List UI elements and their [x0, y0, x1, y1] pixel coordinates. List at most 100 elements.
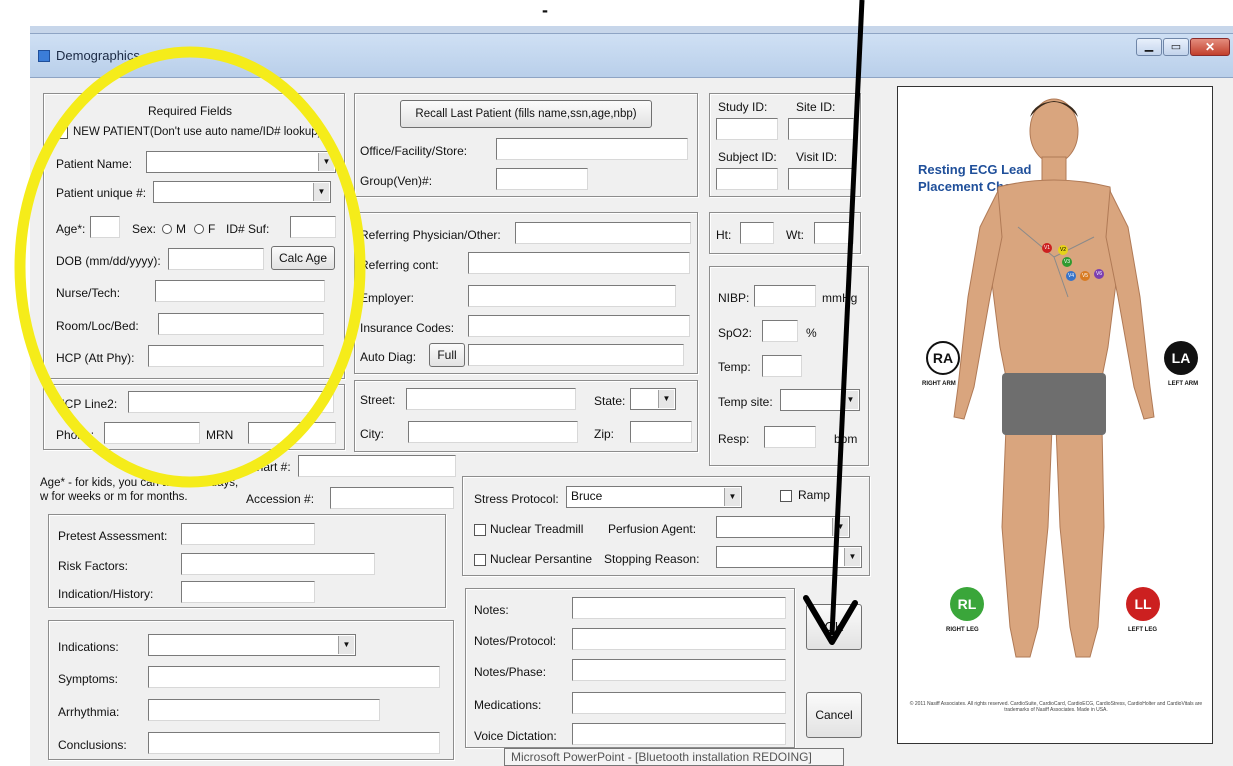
- ll-caption: LEFT LEG: [1128, 627, 1157, 633]
- zip-label: Zip:: [594, 427, 615, 441]
- spo2-input[interactable]: [762, 320, 798, 342]
- maximize-button[interactable]: ▭: [1163, 38, 1189, 56]
- idsuf-input[interactable]: [290, 216, 336, 238]
- dob-input[interactable]: [168, 248, 264, 270]
- calc-age-button[interactable]: Calc Age: [271, 246, 335, 270]
- ramp-checkbox[interactable]: [780, 490, 792, 502]
- mrn-input[interactable]: [248, 422, 336, 444]
- study-id-input[interactable]: [716, 118, 778, 140]
- perfusion-agent-label: Perfusion Agent:: [608, 522, 697, 536]
- nuclear-treadmill-checkbox[interactable]: [474, 524, 486, 536]
- street-input[interactable]: [406, 388, 576, 410]
- sex-label: Sex:: [132, 222, 157, 236]
- patient-unique-select[interactable]: ▼: [153, 181, 331, 203]
- resp-input[interactable]: [764, 426, 816, 448]
- ra-caption: RIGHT ARM: [922, 381, 956, 387]
- insurance-input[interactable]: [468, 315, 690, 337]
- city-input[interactable]: [408, 421, 578, 443]
- minus-mark: -: [542, 0, 548, 20]
- close-button[interactable]: ✕: [1190, 38, 1230, 56]
- group-input[interactable]: [496, 168, 588, 190]
- shorts: [1002, 373, 1106, 435]
- rl-caption: RIGHT LEG: [946, 627, 979, 633]
- employer-label: Employer:: [360, 291, 415, 305]
- temp-site-select[interactable]: ▼: [780, 389, 860, 411]
- office-input[interactable]: [496, 138, 688, 160]
- wt-input[interactable]: [814, 222, 854, 244]
- nuclear-treadmill-label: Nuclear Treadmill: [490, 522, 584, 536]
- ht-input[interactable]: [740, 222, 774, 244]
- risk-factors-input[interactable]: [181, 553, 375, 575]
- ll-badge: LL: [1126, 587, 1160, 621]
- notes-input[interactable]: [572, 597, 786, 619]
- referring-input[interactable]: [515, 222, 691, 244]
- notes-phase-label: Notes/Phase:: [474, 665, 547, 679]
- temp-input[interactable]: [762, 355, 802, 377]
- lead-v3: V3: [1062, 257, 1072, 267]
- ra-badge: RA: [926, 341, 960, 375]
- accession-input[interactable]: [330, 487, 454, 509]
- referring-cont-input[interactable]: [468, 252, 690, 274]
- phone-input[interactable]: [104, 422, 200, 444]
- street-label: Street:: [360, 393, 396, 407]
- chevron-down-icon: ▼: [313, 183, 329, 201]
- recall-last-patient-button[interactable]: Recall Last Patient (fills name,ssn,age,…: [400, 100, 652, 128]
- site-id-input[interactable]: [788, 118, 854, 140]
- employer-input[interactable]: [468, 285, 676, 307]
- stopping-reason-select[interactable]: ▼: [716, 546, 862, 568]
- chart-number-input[interactable]: [298, 455, 456, 477]
- stress-protocol-label: Stress Protocol:: [474, 492, 559, 506]
- ht-label: Ht:: [716, 228, 732, 242]
- chevron-down-icon: ▼: [832, 518, 848, 536]
- cancel-button[interactable]: Cancel: [806, 692, 862, 738]
- indications-label: Indications:: [58, 640, 119, 654]
- chevron-down-icon: ▼: [338, 636, 354, 654]
- state-select[interactable]: ▼: [630, 388, 676, 410]
- zip-input[interactable]: [630, 421, 692, 443]
- medications-label: Medications:: [474, 698, 542, 712]
- visit-id-input[interactable]: [788, 168, 854, 190]
- hcp2-input[interactable]: [128, 391, 334, 413]
- notes-phase-input[interactable]: [572, 659, 786, 681]
- voice-dictation-label: Voice Dictation:: [474, 729, 557, 743]
- new-patient-checkbox[interactable]: [56, 127, 68, 139]
- age-input[interactable]: [90, 216, 120, 238]
- rl-badge: RL: [950, 587, 984, 621]
- state-label: State:: [594, 394, 626, 408]
- subject-id-input[interactable]: [716, 168, 778, 190]
- indications-select[interactable]: ▼: [148, 634, 356, 656]
- chevron-down-icon: ▼: [724, 488, 740, 506]
- patient-name-select[interactable]: ▼: [146, 151, 336, 173]
- room-input[interactable]: [158, 313, 324, 335]
- close-icon: ✕: [1204, 40, 1216, 54]
- pretest-input[interactable]: [181, 523, 315, 545]
- voice-dictation-input[interactable]: [572, 723, 786, 745]
- subject-id-label: Subject ID:: [718, 150, 777, 164]
- symptoms-input[interactable]: [148, 666, 440, 688]
- hcp-input[interactable]: [148, 345, 324, 367]
- perfusion-agent-select[interactable]: ▼: [716, 516, 850, 538]
- notes-protocol-input[interactable]: [572, 628, 786, 650]
- sex-m-radio[interactable]: [162, 224, 172, 234]
- dob-label: DOB (mm/dd/yyyy):: [56, 254, 161, 268]
- indication-history-label: Indication/History:: [58, 587, 154, 601]
- autodiag-input[interactable]: [468, 344, 684, 366]
- notes-protocol-label: Notes/Protocol:: [474, 634, 557, 648]
- nurse-tech-label: Nurse/Tech:: [56, 286, 121, 300]
- window-titlebar[interactable]: Demographics ▁ ▭ ✕: [30, 34, 1233, 78]
- nibp-input[interactable]: [754, 285, 816, 307]
- nurse-tech-input[interactable]: [155, 280, 325, 302]
- resp-label: Resp:: [718, 432, 750, 446]
- minimize-button[interactable]: ▁: [1136, 38, 1162, 56]
- medications-input[interactable]: [572, 692, 786, 714]
- full-button[interactable]: Full: [429, 343, 465, 367]
- arrhythmia-input[interactable]: [148, 699, 380, 721]
- notes-label: Notes:: [474, 603, 509, 617]
- indication-history-input[interactable]: [181, 581, 315, 603]
- conclusions-input[interactable]: [148, 732, 440, 754]
- ok-button[interactable]: OK: [806, 604, 862, 650]
- required-fields-heading: Required Fields: [148, 104, 233, 118]
- nuclear-persantine-checkbox[interactable]: [474, 554, 486, 566]
- stress-protocol-select[interactable]: Bruce ▼: [566, 486, 742, 508]
- sex-f-radio[interactable]: [194, 224, 204, 234]
